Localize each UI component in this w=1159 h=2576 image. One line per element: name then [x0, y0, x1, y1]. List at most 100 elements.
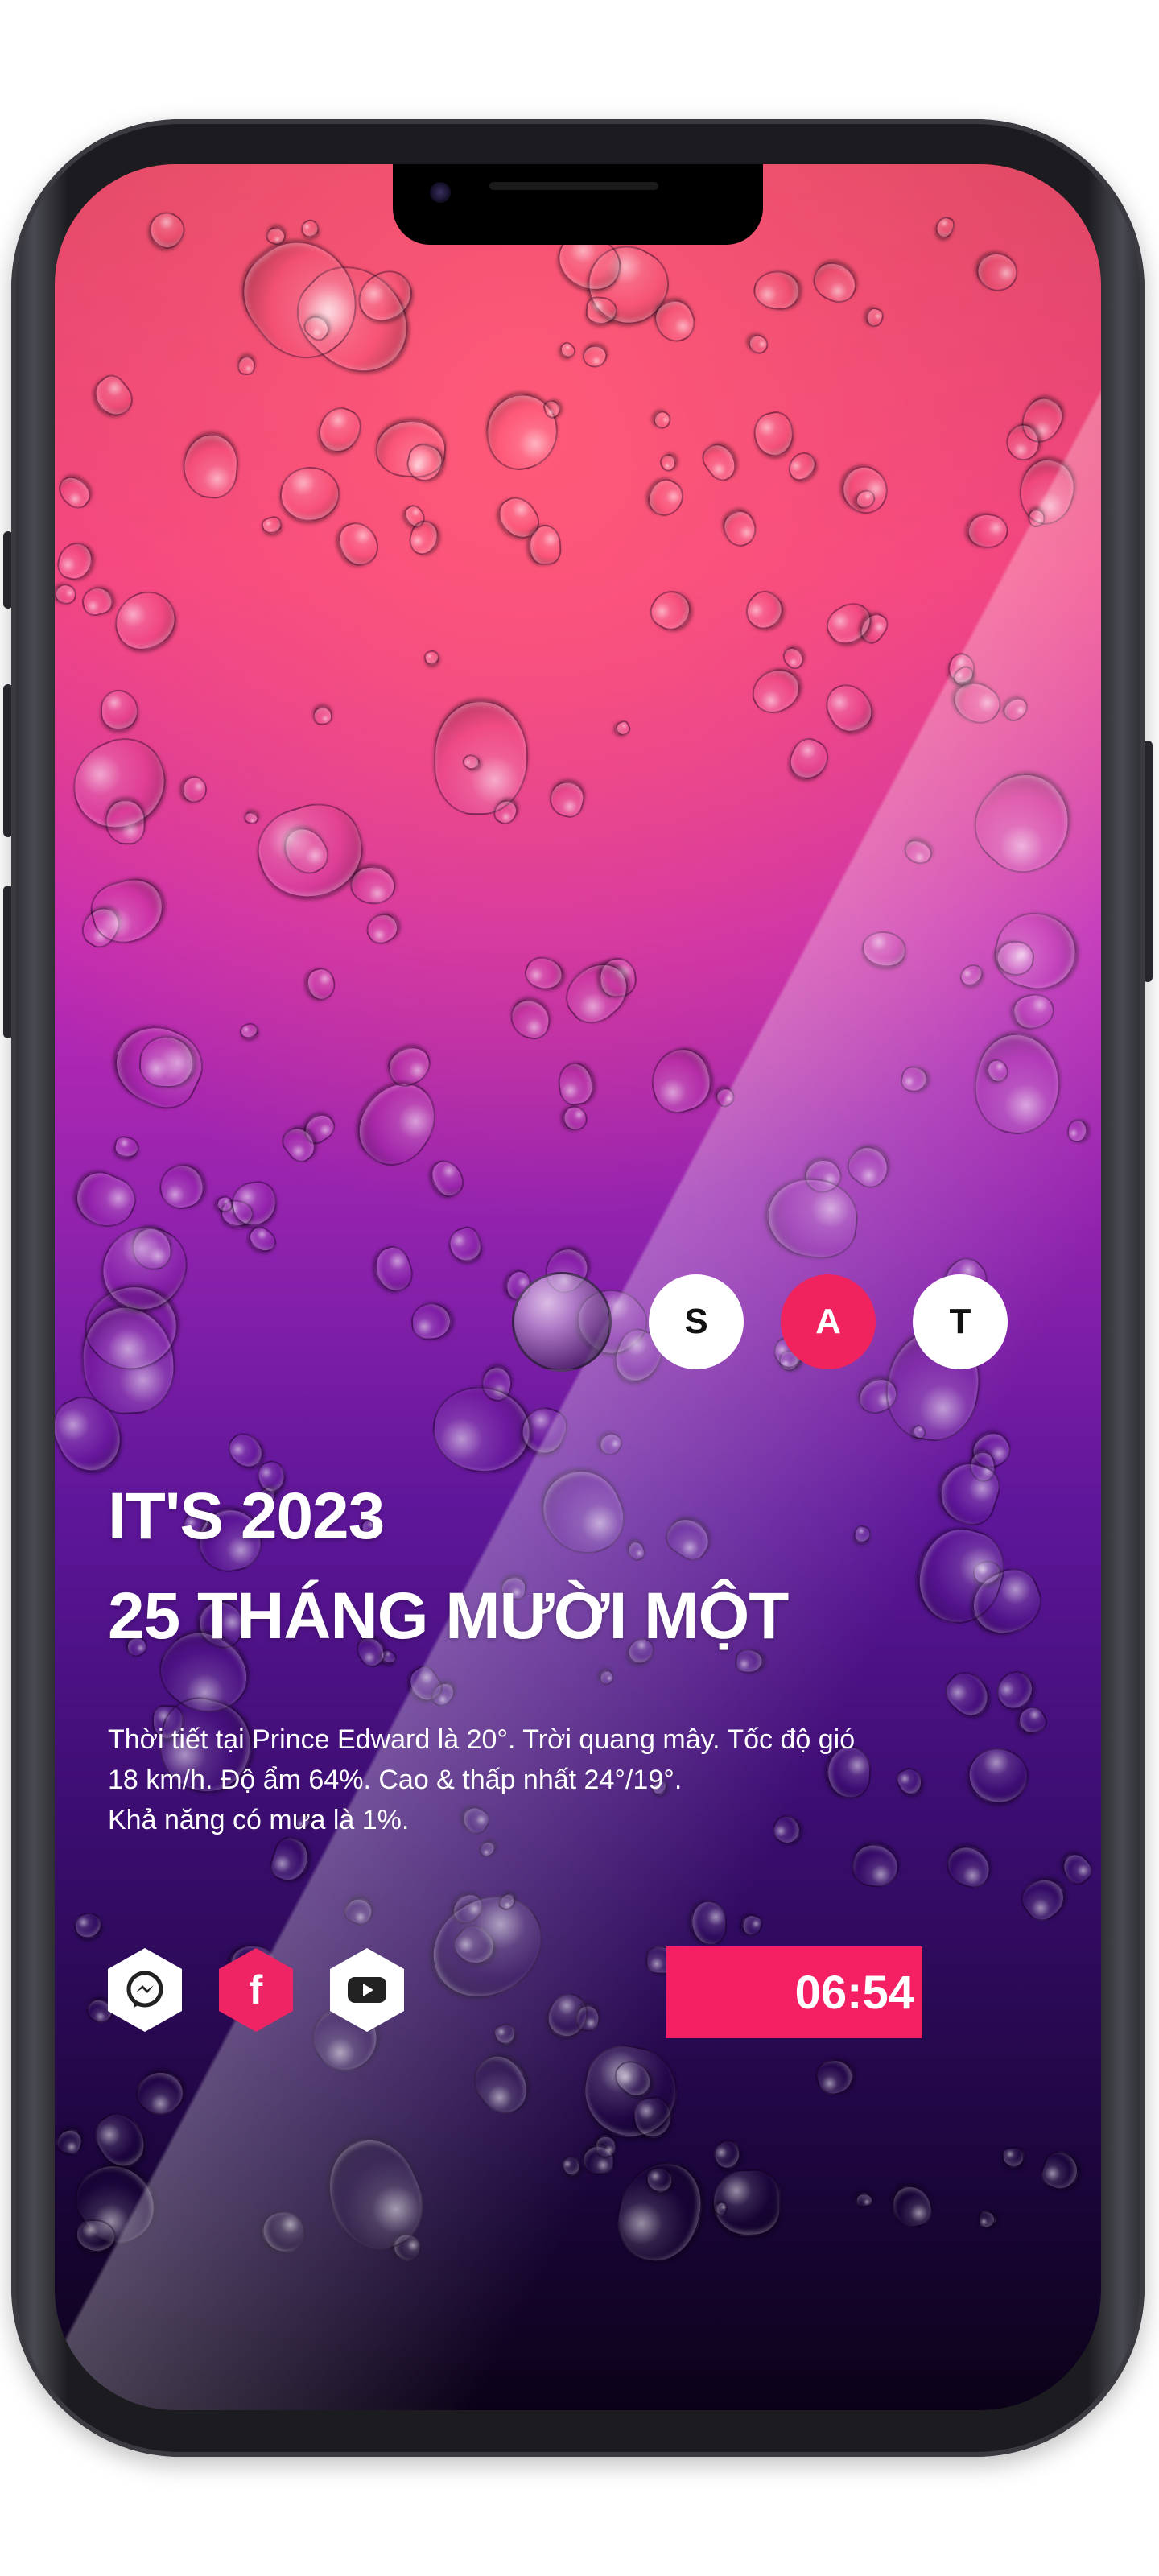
raindrop: [717, 506, 762, 552]
raindrop: [643, 583, 698, 638]
notch: [393, 164, 763, 245]
raindrop: [128, 2061, 193, 2125]
raindrop: [276, 462, 344, 526]
raindrop: [266, 1833, 315, 1886]
raindrop: [750, 408, 798, 460]
raindrop: [340, 1893, 377, 1930]
raindrop: [311, 401, 368, 460]
raindrop: [382, 1041, 437, 1092]
raindrop: [361, 908, 404, 950]
weekday-letter-t: T: [913, 1274, 1008, 1369]
raindrop: [1011, 452, 1083, 531]
raindrop: [155, 1160, 208, 1213]
raindrop: [423, 649, 442, 667]
raindrop: [641, 473, 690, 522]
raindrop: [558, 2152, 584, 2179]
raindrop: [978, 2210, 996, 2229]
raindrop: [1009, 989, 1058, 1034]
raindrop: [965, 1027, 1069, 1141]
date-headline: IT'S 2023 25 THÁNG MƯỜI MỘT: [108, 1467, 789, 1666]
raindrop: [86, 369, 140, 424]
raindrop: [864, 305, 886, 329]
raindrop: [819, 676, 880, 740]
weather-line: 18 km/h. Độ ẩm 64%. Cao & thấp nhất 24°/…: [108, 1765, 683, 1795]
raindrop: [424, 1154, 470, 1203]
facebook-button[interactable]: f: [219, 1948, 293, 2032]
weather-description: Thời tiết tại Prince Edward là 20°. Trời…: [108, 1719, 1009, 1840]
raindrop: [105, 799, 146, 845]
weekday-letter-s: S: [649, 1274, 744, 1369]
raindrop: [806, 255, 864, 309]
raindrop: [642, 1041, 719, 1120]
messenger-button[interactable]: [108, 1948, 182, 2032]
raindrop: [696, 437, 744, 486]
raindrop: [444, 1224, 487, 1268]
messenger-icon: [126, 1971, 163, 2008]
raindrop: [556, 339, 579, 361]
raindrop: [555, 1060, 596, 1108]
raindrop: [85, 2104, 155, 2177]
raindrop: [414, 1877, 561, 2017]
raindrop: [744, 660, 808, 721]
weekday-glass-bubble: [512, 1272, 612, 1372]
raindrop: [299, 217, 321, 241]
raindrop: [739, 1912, 765, 1938]
raindrop: [712, 1084, 739, 1110]
raindrop: [612, 718, 633, 738]
raindrop: [520, 951, 568, 997]
raindrop: [650, 407, 674, 432]
raindrop: [580, 342, 610, 371]
raindrop: [105, 582, 186, 659]
raindrop: [303, 965, 340, 1004]
raindrop: [562, 1104, 588, 1133]
youtube-icon: [348, 1977, 386, 2003]
date-text: 25 THÁNG MƯỜI MỘT: [108, 1579, 789, 1653]
raindrop: [241, 810, 261, 827]
raindrop: [476, 1838, 499, 1860]
front-camera-icon: [430, 182, 451, 203]
raindrop: [332, 516, 384, 571]
raindrop: [812, 2054, 858, 2099]
raindrop: [237, 355, 256, 376]
raindrop: [1056, 1847, 1098, 1890]
weather-line: Khả năng có mưa là 1%.: [108, 1805, 410, 1835]
raindrop: [181, 775, 208, 803]
social-links: f: [108, 1948, 404, 2032]
raindrop: [778, 642, 809, 673]
raindrop: [259, 514, 284, 536]
clock-time: 06:54: [794, 1966, 914, 2019]
raindrop: [888, 2181, 936, 2231]
raindrop: [999, 692, 1033, 725]
raindrop: [958, 756, 1091, 890]
raindrop: [258, 2207, 310, 2258]
facebook-icon: f: [249, 1967, 263, 2013]
raindrop: [840, 1138, 897, 1195]
raindrop: [738, 584, 791, 637]
raindrop: [707, 2135, 747, 2174]
canvas: S A T IT'S 2023 25 THÁNG MƯỜI MỘT Thời t…: [0, 0, 1159, 2576]
raindrop: [898, 1063, 931, 1095]
weekday-indicator: S A T: [512, 1272, 1008, 1372]
raindrop: [427, 1381, 537, 1480]
youtube-button[interactable]: [330, 1948, 404, 2032]
raindrop: [462, 2045, 540, 2124]
raindrop: [55, 580, 80, 608]
raindrop: [102, 1012, 214, 1119]
raindrop: [101, 690, 138, 730]
weather-line: Thời tiết tại Prince Edward là 20°. Trời…: [108, 1724, 856, 1755]
raindrop: [745, 331, 773, 358]
raindrop: [900, 836, 936, 869]
raindrop: [937, 1664, 998, 1725]
raindrop: [1000, 2146, 1026, 2169]
raindrop: [965, 510, 1012, 553]
raindrop: [311, 705, 333, 726]
raindrop: [180, 431, 241, 501]
raindrop: [941, 1840, 997, 1893]
raindrop: [55, 538, 97, 584]
year-text: IT'S 2023: [108, 1480, 385, 1553]
raindrop: [751, 268, 802, 312]
raindrop: [506, 996, 555, 1042]
raindrop: [689, 1899, 728, 1946]
raindrop: [243, 1222, 281, 1259]
raindrop: [55, 2125, 86, 2158]
